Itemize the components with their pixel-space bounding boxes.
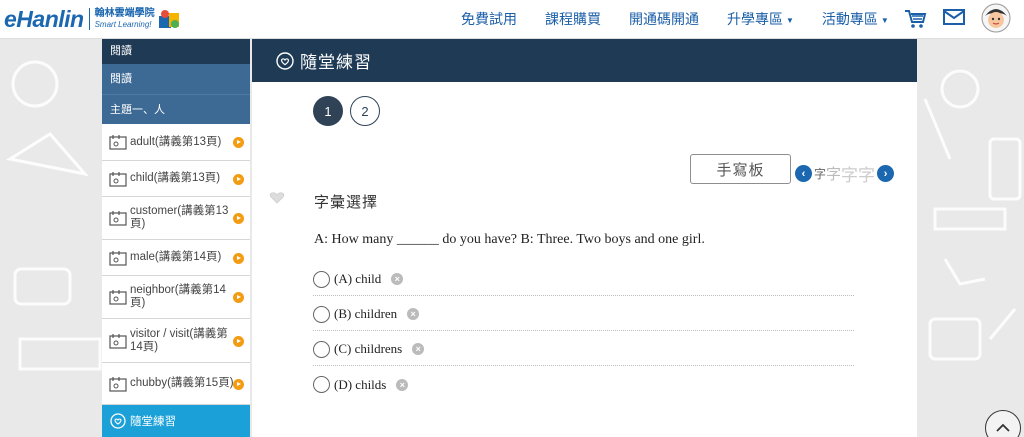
nav-course-purchase[interactable]: 課程購買 (545, 9, 601, 29)
sidebar-item-practice[interactable]: 隨堂練習 (102, 405, 250, 437)
mail-icon[interactable] (943, 8, 965, 26)
mascot-icon (158, 10, 179, 28)
chevron-left-icon[interactable]: ‹ (795, 165, 812, 182)
sidebar-header: 閱讀 (102, 39, 250, 64)
scroll-to-top-button[interactable] (985, 410, 1021, 437)
option-radio[interactable] (313, 270, 330, 288)
video-lesson-icon (109, 250, 127, 266)
play-icon[interactable] (233, 335, 244, 347)
video-lesson-icon (109, 211, 127, 226)
sidebar-item-chubby[interactable]: chubby(講義第15頁) (102, 363, 250, 405)
video-lesson-icon (109, 135, 127, 150)
option-radio[interactable] (313, 340, 330, 358)
play-icon[interactable] (233, 292, 244, 303)
eliminate-option-icon[interactable]: × (391, 273, 404, 285)
sidebar-item-label: customer(講義第13頁) (130, 205, 229, 230)
video-lesson-icon (109, 333, 127, 349)
sidebar-item-label: child(講義第13頁) (130, 172, 221, 184)
handwriting-pad-button[interactable]: 手寫板 (690, 154, 791, 184)
ehanlin-logo[interactable]: eHanlin 翰林雲端學院 Smart Learning! (4, 6, 183, 33)
sidebar-item-visitor[interactable]: visitor / visit(講義第14頁) (102, 319, 250, 363)
nav-events-label: 活動專區 (821, 11, 878, 27)
video-lesson-icon (109, 171, 127, 187)
play-icon[interactable] (233, 213, 244, 224)
step-1[interactable]: 1 (313, 96, 343, 126)
chevron-up-icon (996, 423, 1010, 432)
eliminate-option-icon[interactable]: × (407, 308, 420, 320)
nav-admissions[interactable]: 升學專區 ▼ (727, 9, 794, 29)
chevron-down-icon: ▼ (880, 15, 889, 25)
play-icon[interactable] (233, 137, 244, 148)
font-size-medium[interactable]: 字 (826, 163, 841, 184)
video-lesson-icon (109, 376, 127, 392)
practice-icon (276, 51, 294, 70)
sidebar-topic[interactable]: 主題一、人 (102, 94, 250, 124)
sidebar-item-label: neighbor(講義第14頁) (130, 284, 226, 309)
top-navigation-bar: eHanlin 翰林雲端學院 Smart Learning! 免費試用 課程購買… (0, 0, 1024, 39)
play-icon[interactable] (233, 378, 244, 390)
practice-icon (110, 413, 126, 429)
nav-free-trial[interactable]: 免費試用 (461, 9, 517, 29)
font-size-control: ‹ 字 字 字 字 › (795, 161, 895, 186)
option-d[interactable]: (D) childs × (313, 368, 854, 401)
sidebar-subheader[interactable]: 閱讀 (102, 64, 250, 94)
nav-admissions-label: 升學專區 (727, 11, 783, 27)
option-label: (A) child (334, 271, 382, 286)
nav-events[interactable]: 活動專區 ▼ (822, 9, 889, 29)
option-a[interactable]: (A) child × (313, 263, 854, 296)
eliminate-option-icon[interactable]: × (396, 378, 409, 391)
sidebar-item-label: chubby(講義第15頁) (130, 377, 234, 389)
option-radio[interactable] (313, 305, 330, 323)
avatar[interactable] (981, 3, 1011, 33)
option-label: (D) childs (334, 376, 387, 392)
sidebar-item-label: male(講義第14頁) (130, 251, 222, 263)
nav-activation-code[interactable]: 開通碼開通 (629, 9, 699, 29)
logo-wordmark: eHanlin (4, 5, 84, 32)
heart-icon[interactable] (269, 192, 285, 204)
font-size-small[interactable]: 字 (814, 165, 826, 182)
question-stepper: 1 2 (313, 96, 387, 126)
play-icon[interactable] (233, 173, 244, 185)
lesson-sidebar: 閱讀 閱讀 主題一、人 adult(講義第13頁) child(講義第13頁) … (102, 39, 250, 437)
practice-panel: 隨堂練習 1 2 手寫板 ‹ 字 字 字 字 › 字彙選擇 A: How man… (252, 39, 917, 437)
font-size-xlarge[interactable]: 字 (858, 161, 875, 186)
nav-activation-code-label: 開通碼開通 (629, 11, 699, 27)
option-b[interactable]: (B) children × (313, 298, 854, 331)
section-title: 字彙選擇 (314, 194, 379, 211)
sidebar-item-male[interactable]: male(講義第14頁) (102, 240, 250, 276)
panel-header: 隨堂練習 (252, 39, 917, 82)
option-label: (C) childrens (334, 341, 403, 356)
sidebar-item-label: visitor / visit(講義第14頁) (130, 327, 228, 353)
option-c[interactable]: (C) childrens × (313, 333, 854, 366)
video-lesson-icon (109, 290, 127, 305)
logo-subtext: 翰林雲端學院 Smart Learning! (95, 8, 155, 30)
logo-tagline: Smart Learning! (94, 20, 152, 29)
sidebar-item-practice-label: 隨堂練習 (130, 416, 176, 428)
font-size-large[interactable]: 字 (841, 161, 858, 186)
sidebar-item-child[interactable]: child(講義第13頁) (102, 161, 250, 197)
sidebar-item-neighbor[interactable]: neighbor(講義第14頁) (102, 276, 250, 319)
nav-free-trial-label: 免費試用 (461, 11, 517, 27)
logo-divider (88, 8, 90, 30)
step-2[interactable]: 2 (350, 96, 380, 126)
sidebar-item-customer[interactable]: customer(講義第13頁) (102, 197, 250, 240)
option-radio[interactable] (313, 376, 330, 393)
cart-icon[interactable] (903, 6, 927, 30)
chevron-right-icon[interactable]: › (877, 165, 895, 182)
eliminate-option-icon[interactable]: × (412, 343, 425, 355)
chevron-down-icon: ▼ (786, 15, 794, 25)
page-title: 隨堂練習 (300, 53, 372, 72)
logo-chinese-name: 翰林雲端學院 (94, 8, 155, 19)
question-text: A: How many ______ do you have? B: Three… (314, 232, 705, 247)
option-label: (B) children (334, 306, 398, 321)
main-nav: 免費試用 課程購買 開通碼開通 升學專區 ▼ 活動專區 ▼ (461, 0, 917, 38)
sidebar-item-adult[interactable]: adult(講義第13頁) (102, 124, 250, 161)
nav-course-purchase-label: 課程購買 (545, 11, 601, 27)
sidebar-item-label: adult(講義第13頁) (130, 135, 222, 148)
play-icon[interactable] (233, 252, 244, 264)
